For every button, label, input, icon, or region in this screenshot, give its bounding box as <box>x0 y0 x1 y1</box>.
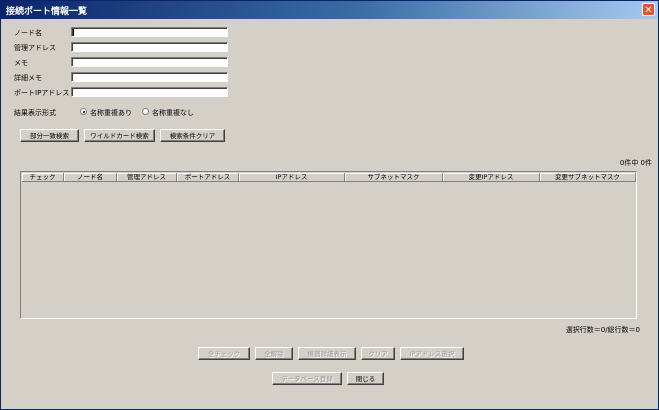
table-header: チェック ノード名 管理アドレス ポートアドレス IPアドレス サブネットマスク… <box>22 173 636 182</box>
radio-without-duplicates-label[interactable]: 名称重複なし <box>152 108 194 118</box>
mgmt-address-field[interactable] <box>71 42 228 52</box>
column-header-ip-address[interactable]: IPアドレス <box>239 173 345 182</box>
database-register-button[interactable]: データベース登録 <box>272 372 342 385</box>
column-header-check[interactable]: チェック <box>22 173 64 182</box>
uncheck-all-button[interactable]: 全解除 <box>255 347 293 360</box>
column-header-node-name[interactable]: ノード名 <box>64 173 117 182</box>
column-header-new-subnet-mask[interactable]: 変更サブネットマスク <box>540 173 636 182</box>
partial-match-search-button[interactable]: 部分一致検索 <box>20 129 79 142</box>
title-bar[interactable]: 接続ポート情報一覧 ✕ <box>1 1 658 19</box>
close-icon: ✕ <box>644 5 653 16</box>
display-format-label: 結果表示形式 <box>14 109 56 117</box>
column-header-new-ip-address[interactable]: 変更IPアドレス <box>443 173 540 182</box>
results-table[interactable]: チェック ノード名 管理アドレス ポートアドレス IPアドレス サブネットマスク… <box>20 171 637 319</box>
text-caret <box>73 29 74 36</box>
connected-port-info-window: 接続ポート情報一覧 ✕ ノード名 管理アドレス メモ 詳細メモ ポートIPアドレ… <box>0 0 659 410</box>
radio-without-duplicates[interactable] <box>142 108 149 115</box>
node-name-label: ノード名 <box>14 29 42 37</box>
window-title: 接続ポート情報一覧 <box>6 7 88 17</box>
show-device-details-button[interactable]: 機器詳細表示 <box>298 347 356 360</box>
column-header-subnet-mask[interactable]: サブネットマスク <box>345 173 443 182</box>
radio-selected-dot <box>82 110 85 113</box>
node-name-field[interactable] <box>71 27 228 37</box>
port-ip-field[interactable] <box>71 87 228 97</box>
check-all-button[interactable]: 全チェック <box>198 347 250 360</box>
memo-field[interactable] <box>71 57 228 67</box>
ip-address-select-button[interactable]: IPアドレス選択 <box>400 347 464 360</box>
close-button[interactable]: 閉じる <box>347 372 384 385</box>
wildcard-search-button[interactable]: ワイルドカード検索 <box>84 129 155 142</box>
column-header-port-address[interactable]: ポートアドレス <box>177 173 239 182</box>
detail-memo-field[interactable] <box>71 72 228 82</box>
selection-status: 選択行数＝0/総行数＝0 <box>565 326 640 334</box>
memo-label: メモ <box>14 59 28 67</box>
column-header-mgmt-address[interactable]: 管理アドレス <box>117 173 177 182</box>
mgmt-address-label: 管理アドレス <box>14 44 56 52</box>
result-count: 0件中 0件 <box>619 159 652 167</box>
detail-memo-label: 詳細メモ <box>14 74 42 82</box>
port-ip-label: ポートIPアドレス <box>14 89 70 97</box>
radio-with-duplicates[interactable] <box>80 108 87 115</box>
clear-selection-button[interactable]: クリア <box>361 347 395 360</box>
close-window-button[interactable]: ✕ <box>642 3 655 16</box>
radio-with-duplicates-label[interactable]: 名称重複あり <box>90 108 132 118</box>
clear-search-conditions-button[interactable]: 検索条件クリア <box>160 129 225 142</box>
